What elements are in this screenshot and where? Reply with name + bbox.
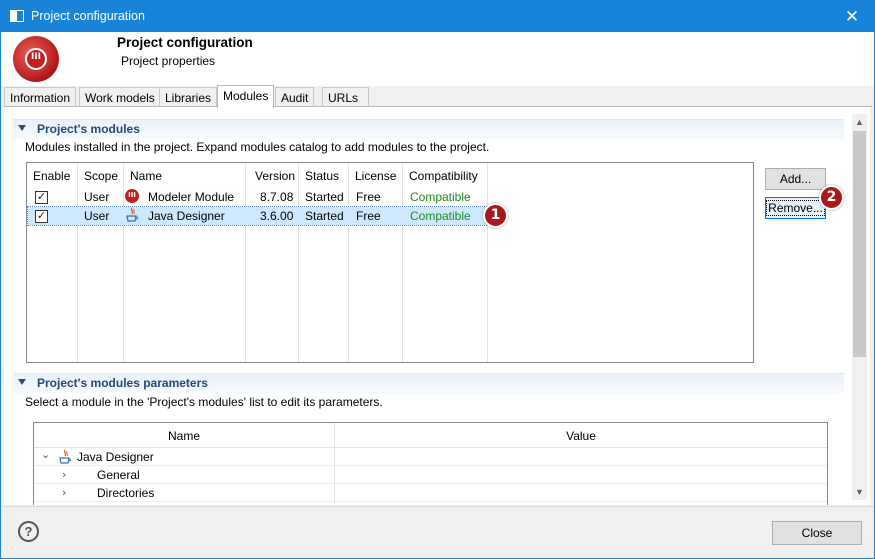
modules-section-header[interactable]: Project's modules	[13, 119, 844, 139]
table-row[interactable]: ✓ User Modeler Module 8.7.08 Started Fre…	[28, 188, 488, 206]
column-version[interactable]: Version	[249, 163, 295, 187]
tab-work-models[interactable]: Work models	[79, 87, 161, 107]
parameters-tree-table: Name Value ⌄ Java Designer › General › D…	[33, 422, 828, 505]
add-module-button[interactable]: Add...	[765, 168, 826, 190]
tab-libraries[interactable]: Libraries	[159, 87, 218, 107]
table-row-selected[interactable]: ✓ User Java Designer 3.6.00 Started Free…	[27, 206, 489, 226]
column-license[interactable]: License	[349, 163, 396, 187]
tree-row[interactable]: › Directories	[34, 484, 827, 502]
enable-checkbox[interactable]: ✓	[35, 191, 48, 204]
column-enable[interactable]: Enable	[27, 163, 70, 187]
tab-information[interactable]: Information	[4, 87, 77, 107]
callout-badge-2: 2	[819, 185, 844, 210]
close-window-icon[interactable]: ✕	[830, 1, 874, 32]
scope-cell: User	[84, 209, 110, 223]
modules-tab-content: Project's modules Modules installed in t…	[4, 107, 870, 505]
modelio-module-icon	[125, 189, 139, 203]
scroll-down-icon[interactable]: ▼	[852, 484, 867, 500]
status-cell: Started	[305, 190, 344, 204]
license-cell: Free	[356, 190, 381, 204]
column-scope[interactable]: Scope	[78, 163, 118, 187]
vertical-scrollbar[interactable]: ▲ ▼	[852, 114, 867, 500]
tree-item-label: General	[97, 468, 140, 482]
parameters-header: Name Value	[34, 423, 827, 448]
header-title: Project configuration	[117, 35, 253, 50]
tree-row[interactable]: › General	[34, 466, 827, 484]
modules-table: Enable Scope Name Version Status License…	[26, 162, 754, 363]
title-bar: Project configuration ✕	[1, 1, 874, 32]
chevron-right-icon[interactable]: ›	[62, 468, 66, 481]
compatibility-cell: Compatible	[410, 209, 471, 223]
java-icon	[59, 449, 71, 464]
callout-badge-1: 1	[483, 203, 508, 228]
license-cell: Free	[356, 209, 381, 223]
dialog-header: Project configuration Project properties	[1, 32, 874, 86]
column-compatibility[interactable]: Compatibility	[403, 163, 478, 187]
footer-divider	[1, 506, 874, 507]
chevron-down-icon[interactable]: ⌄	[41, 448, 50, 461]
tab-bar: Information Work models Libraries Module…	[4, 85, 872, 108]
scrollbar-thumb[interactable]	[853, 131, 866, 357]
column-status[interactable]: Status	[299, 163, 339, 187]
compatibility-cell: Compatible	[410, 190, 471, 204]
collapse-triangle-icon[interactable]	[18, 125, 26, 131]
chevron-right-icon[interactable]: ›	[62, 486, 66, 499]
remove-module-button[interactable]: Remove...	[765, 197, 826, 219]
version-cell: 3.6.00	[260, 209, 294, 223]
modelio-logo-icon	[13, 36, 59, 82]
module-name-cell: Modeler Module	[148, 190, 235, 204]
header-subtitle: Project properties	[121, 54, 216, 68]
enable-checkbox[interactable]: ✓	[35, 210, 48, 223]
params-section-header[interactable]: Project's modules parameters	[13, 373, 844, 393]
modules-section-description: Modules installed in the project. Expand…	[25, 140, 490, 154]
tree-row[interactable]: ⌄ Java Designer	[34, 448, 827, 466]
column-name[interactable]: Name	[124, 163, 162, 187]
tree-item-label: Java Designer	[77, 450, 154, 464]
tab-audit[interactable]: Audit	[275, 87, 315, 107]
project-configuration-dialog: Project configuration ✕ Project configur…	[0, 0, 875, 559]
tab-urls[interactable]: URLs	[322, 87, 369, 107]
window-icon	[10, 10, 24, 22]
column-param-name[interactable]: Name	[34, 423, 334, 443]
status-cell: Started	[305, 209, 344, 223]
version-cell: 8.7.08	[260, 190, 294, 204]
tab-modules[interactable]: Modules	[217, 85, 275, 108]
params-section-description: Select a module in the 'Project's module…	[25, 395, 383, 409]
scroll-up-icon[interactable]: ▲	[852, 114, 867, 130]
params-section-title: Project's modules parameters	[37, 376, 208, 390]
java-icon	[126, 207, 138, 222]
close-button[interactable]: Close	[772, 521, 862, 545]
module-name-cell: Java Designer	[148, 209, 225, 223]
collapse-triangle-icon[interactable]	[18, 379, 26, 385]
column-param-value[interactable]: Value	[335, 423, 827, 443]
window-title: Project configuration	[31, 9, 145, 23]
remove-button-label: Remove...	[766, 200, 825, 216]
scope-cell: User	[84, 190, 110, 204]
tree-item-label: Directories	[97, 486, 155, 500]
modules-section-title: Project's modules	[37, 122, 140, 136]
help-icon[interactable]: ?	[18, 521, 39, 542]
